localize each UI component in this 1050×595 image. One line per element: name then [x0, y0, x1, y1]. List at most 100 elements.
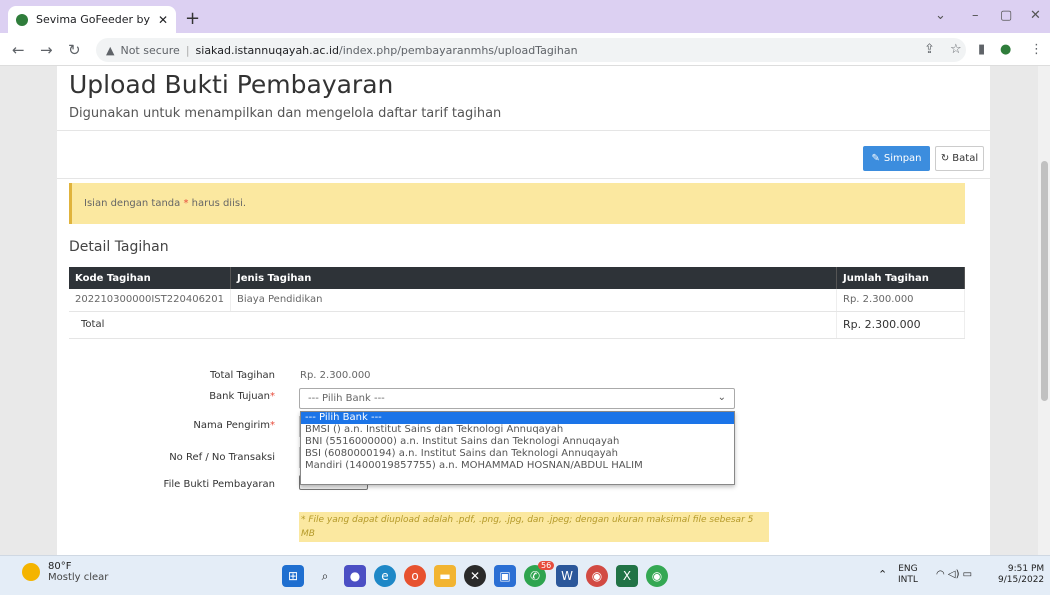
- file-upload-note: * File yang dapat diupload adalah .pdf, …: [299, 512, 769, 542]
- search-icon[interactable]: ⌕: [314, 565, 336, 587]
- column-header: Jenis Tagihan: [230, 267, 837, 289]
- bank-tujuan-text: Bank Tujuan: [209, 391, 270, 402]
- clock[interactable]: 9:51 PM 9/15/2022: [998, 564, 1044, 586]
- file-explorer-icon[interactable]: ▬: [434, 565, 456, 587]
- edge-browser-icon[interactable]: e: [374, 565, 396, 587]
- bank-select[interactable]: --- Pilih Bank --- ⌄: [299, 388, 735, 409]
- site-favicon-icon: [16, 13, 28, 26]
- file-upload-label: File Bukti Pembayaran: [163, 479, 275, 490]
- browser-toolbar: ← → ↻ ▲ Not secure | siakad.istannuqayah…: [0, 33, 1050, 66]
- column-header: Jumlah Tagihan: [836, 267, 965, 289]
- tab-title: Sevima GoFeeder by SEVIMA - U: [36, 13, 152, 26]
- moon-weather-icon: [22, 563, 40, 581]
- divider: [57, 130, 990, 131]
- back-arrow-icon[interactable]: ←: [12, 41, 25, 59]
- notification-badge: 56: [538, 561, 555, 570]
- start-windows-icon[interactable]: ⊞: [282, 565, 304, 587]
- dropdown-option[interactable]: BSI (6080000194) a.n. Institut Sains dan…: [301, 448, 734, 460]
- address-bar[interactable]: ▲ Not secure | siakad.istannuqayah.ac.id…: [96, 38, 966, 62]
- menu-kebab-icon[interactable]: ⋮: [1030, 42, 1043, 57]
- reload-icon[interactable]: ↻: [68, 41, 81, 59]
- page-subtitle: Digunakan untuk menampilkan dan mengelol…: [69, 106, 502, 121]
- nama-pengirim-label: Nama Pengirim*: [95, 420, 275, 431]
- windows-taskbar: 80°F Mostly clear ⊞ ⌕ ● e o ▬ ✕ ▣ ✆ 56 W…: [0, 555, 1050, 595]
- dropdown-option[interactable]: --- Pilih Bank ---: [301, 412, 734, 424]
- table-header-row: Kode Tagihan Jenis Tagihan Jumlah Tagiha…: [69, 267, 965, 289]
- total-tagihan-value: Rp. 2.300.000: [300, 370, 371, 381]
- weather-temp: 80°F: [48, 561, 72, 572]
- url-host: siakad.istannuqayah.ac.id: [195, 43, 339, 57]
- dropdown-option[interactable]: Mandiri (1400019857755) a.n. MOHAMMAD HO…: [301, 460, 734, 472]
- restore-button[interactable]: ▢: [1000, 8, 1012, 23]
- warning-icon: ▲: [106, 43, 115, 57]
- billing-table: Kode Tagihan Jenis Tagihan Jumlah Tagiha…: [69, 267, 965, 339]
- word-icon[interactable]: W: [556, 565, 578, 587]
- required-star: *: [270, 420, 275, 431]
- total-value: Rp. 2.300.000: [836, 311, 965, 339]
- tab-close-icon[interactable]: ✕: [158, 13, 168, 27]
- close-window-button[interactable]: ✕: [1030, 8, 1041, 23]
- bank-select-value: --- Pilih Bank ---: [308, 393, 385, 404]
- show-hidden-icons[interactable]: ⌃: [878, 569, 887, 580]
- weather-condition: Mostly clear: [48, 572, 109, 583]
- scrollbar-thumb[interactable]: [1041, 161, 1048, 401]
- save-button[interactable]: ✎ Simpan: [863, 146, 930, 171]
- clock-date: 9/15/2022: [998, 575, 1045, 585]
- table-cell: 202210300000IST220406201: [69, 289, 232, 312]
- language-indicator[interactable]: ENG INTL: [898, 564, 918, 586]
- cancel-button[interactable]: ↻ Batal: [935, 146, 984, 171]
- refresh-icon: ↻: [940, 153, 950, 164]
- minimize-button[interactable]: –: [972, 8, 979, 23]
- browser-tab-strip: Sevima GoFeeder by SEVIMA - U ✕ + ⌄ – ▢ …: [0, 0, 1050, 33]
- tab-search-icon[interactable]: ⌄: [935, 8, 946, 23]
- dropdown-option[interactable]: BNI (5516000000) a.n. Institut Sains dan…: [301, 436, 734, 448]
- table-total-row: Total Rp. 2.300.000: [69, 311, 965, 339]
- opera-browser-icon[interactable]: o: [404, 565, 426, 587]
- cancel-button-label: Batal: [952, 153, 979, 164]
- edit-icon: ✎: [871, 153, 880, 164]
- alert-text-post: harus diisi.: [191, 198, 247, 209]
- excel-icon[interactable]: X: [616, 565, 638, 587]
- profile-avatar-icon[interactable]: ●: [1000, 42, 1011, 57]
- xbox-icon[interactable]: ✕: [464, 565, 486, 587]
- required-fields-alert: Isian dengan tanda * harus diisi.: [69, 183, 965, 224]
- network-volume-battery-icons[interactable]: ◠ ◁) ▭: [936, 569, 972, 580]
- lang-code: ENG: [898, 564, 918, 574]
- chrome-icon[interactable]: ◉: [586, 565, 608, 587]
- total-tagihan-label: Total Tagihan: [209, 370, 275, 381]
- page-viewport: Upload Bukti Pembayaran Digunakan untuk …: [0, 66, 1050, 555]
- alert-text-pre: Isian dengan tanda: [84, 198, 181, 209]
- bank-dropdown-list[interactable]: --- Pilih Bank --- BMSI () a.n. Institut…: [300, 411, 735, 485]
- store-icon[interactable]: ▣: [494, 565, 516, 587]
- browser-tab[interactable]: Sevima GoFeeder by SEVIMA - U ✕: [8, 6, 176, 33]
- chevron-down-icon: ⌄: [717, 392, 726, 403]
- new-tab-button[interactable]: +: [185, 8, 200, 29]
- dropdown-option[interactable]: BMSI () a.n. Institut Sains dan Teknolog…: [301, 424, 734, 436]
- chrome-icon[interactable]: ◉: [646, 565, 668, 587]
- share-icon[interactable]: ⇪: [924, 42, 935, 57]
- column-header: Kode Tagihan: [69, 267, 232, 289]
- url-path: /index.php/pembayaranmhs/uploadTagihan: [338, 43, 578, 57]
- lang-layout: INTL: [898, 575, 918, 585]
- clock-time: 9:51 PM: [1007, 564, 1045, 574]
- nama-pengirim-text: Nama Pengirim: [193, 420, 270, 431]
- section-title: Detail Tagihan: [69, 239, 169, 255]
- bookmark-star-icon[interactable]: ☆: [950, 42, 962, 57]
- divider: [57, 178, 990, 179]
- forward-arrow-icon[interactable]: →: [40, 41, 53, 59]
- save-button-label: Simpan: [883, 153, 922, 164]
- total-label: Total: [69, 311, 837, 339]
- table-cell: Rp. 2.300.000: [836, 289, 965, 312]
- teams-chat-icon[interactable]: ●: [344, 565, 366, 587]
- required-star: *: [270, 391, 275, 402]
- table-cell: Biaya Pendidikan: [230, 289, 837, 312]
- separator: |: [185, 43, 190, 57]
- sidebar-icon[interactable]: ▮: [978, 42, 985, 57]
- main-card: Upload Bukti Pembayaran Digunakan untuk …: [57, 66, 990, 555]
- screenshot: Sevima GoFeeder by SEVIMA - U ✕ + ⌄ – ▢ …: [0, 0, 1050, 595]
- weather-widget[interactable]: 80°F Mostly clear: [22, 561, 108, 583]
- page-scrollbar[interactable]: [1038, 66, 1050, 555]
- page-title: Upload Bukti Pembayaran: [69, 70, 394, 99]
- ref-number-label: No Ref / No Transaksi: [169, 452, 275, 463]
- not-secure-label: Not secure: [120, 43, 180, 57]
